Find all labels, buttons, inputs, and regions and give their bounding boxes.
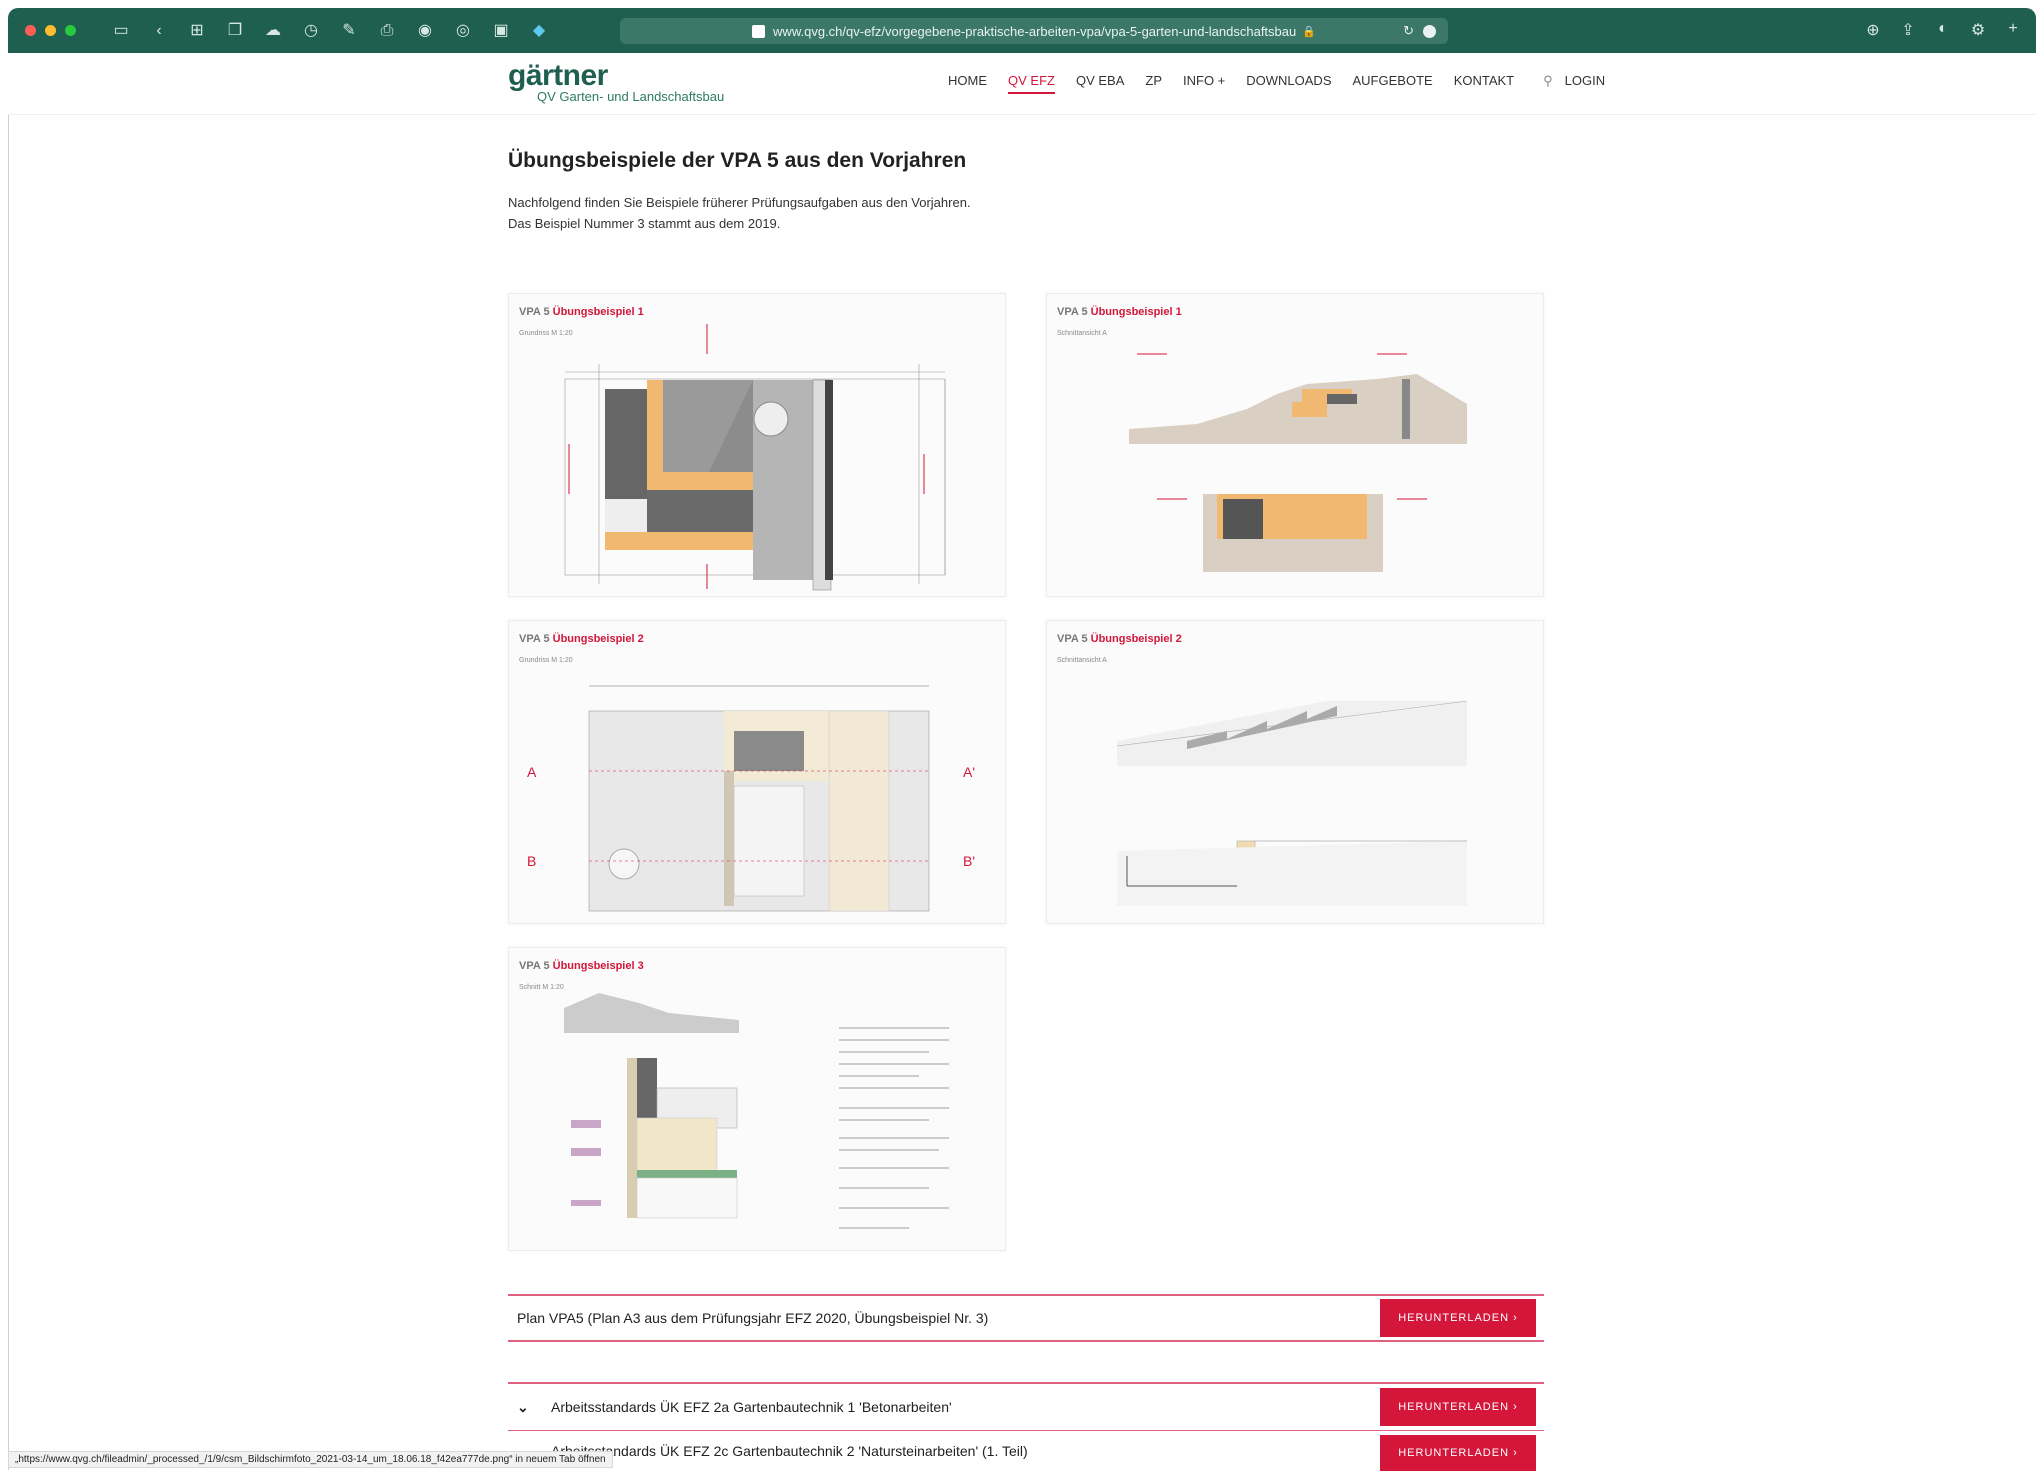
card-3-title: VPA 5 Übungsbeispiel 2 (519, 633, 644, 645)
note-icon[interactable]: ✎ (340, 22, 358, 40)
window-edge (8, 53, 9, 1470)
rss-icon[interactable]: ◉ (416, 22, 434, 40)
eye-icon[interactable]: ◎ (454, 22, 472, 40)
card-2-prefix: VPA 5 (1057, 306, 1088, 318)
right-toolbar-icons: ⊕ ⇪ ◐ ⚙ + (1864, 20, 2022, 40)
site-header: gärtner QV Garten- und Landschaftsbau HO… (8, 53, 2036, 115)
print-icon[interactable]: ⎙ (378, 22, 396, 40)
label-a: A (527, 764, 537, 780)
cloud-icon[interactable]: ☁ (264, 22, 282, 40)
share-icon[interactable]: ⇪ (1899, 20, 1917, 40)
card-1-subtitle: Grundriss M 1:20 (519, 330, 573, 337)
download-button-plan[interactable]: HERUNTERLADEN › (1380, 1299, 1536, 1337)
section-drawing (1129, 353, 1467, 572)
download-row-betonarbeiten[interactable]: ⌄ Arbeitsstandards ÜK EFZ 2a Gartenbautec… (508, 1382, 1544, 1430)
new-tab-icon[interactable]: + (2004, 20, 2022, 40)
label-b: B (527, 853, 536, 869)
maximize-window-button[interactable] (65, 25, 76, 36)
grid-icon[interactable]: ⊞ (188, 22, 206, 40)
search-icon[interactable]: ⚲ (1543, 73, 1553, 94)
intro-line-1: Nachfolgend finden Sie Beispiele frühere… (508, 195, 971, 210)
nav-aufgebote[interactable]: AUFGEBOTE (1353, 73, 1433, 94)
intro-text: Nachfolgend finden Sie Beispiele frühere… (508, 192, 1544, 234)
nav-login[interactable]: LOGIN (1565, 73, 1605, 94)
gear-icon[interactable]: ⚙ (1969, 20, 1987, 40)
tabs-icon[interactable]: ❐ (226, 22, 244, 40)
translate-icon[interactable]: ▣ (492, 22, 510, 40)
stop-icon[interactable] (1423, 24, 1436, 38)
card-5-prefix: VPA 5 (519, 960, 550, 972)
back-icon[interactable]: ‹ (150, 22, 168, 40)
plan-drawing-2: A A' B B' (527, 685, 975, 912)
download-item-betonarbeiten: ⌄ Arbeitsstandards ÜK EFZ 2a Gartenbautec… (508, 1399, 952, 1416)
page-title: Übungsbeispiele der VPA 5 aus den Vorjah… (508, 149, 967, 172)
address-bar[interactable]: www.qvg.ch/qv-efz/vorgegebene-praktische… (620, 18, 1448, 44)
section-drawing-2 (1116, 700, 1468, 906)
example-card-2-plan[interactable]: A A' B B' VPA 5 Übungsbeispiel 2 Grundri… (508, 620, 1006, 924)
privacy-icon[interactable]: ◐ (1934, 20, 1952, 40)
minimize-window-button[interactable] (45, 25, 56, 36)
card-4-title-highlight: Übungsbeispiel 2 (1090, 633, 1182, 645)
example-card-1-section[interactable]: VPA 5 Übungsbeispiel 1 Schnittansicht A (1046, 293, 1544, 597)
plan-drawing (564, 324, 946, 591)
nav-info[interactable]: INFO + (1183, 73, 1225, 94)
example-card-2-section[interactable]: VPA 5 Übungsbeispiel 2 Schnittansicht A (1046, 620, 1544, 924)
sidebar-icon[interactable]: ▭ (112, 22, 130, 40)
history-icon[interactable]: ◷ (302, 22, 320, 40)
card-2-title: VPA 5 Übungsbeispiel 1 (1057, 306, 1182, 318)
download-label-betonarbeiten: Arbeitsstandards ÜK EFZ 2a Gartenbautech… (551, 1398, 952, 1415)
card-2-title-highlight: Übungsbeispiel 1 (1090, 306, 1182, 318)
card-1-title: VPA 5 Übungsbeispiel 1 (519, 306, 644, 318)
url-text: www.qvg.ch/qv-efz/vorgegebene-praktische… (773, 23, 1297, 39)
toolbar-icons: ▭ ‹ ⊞ ❐ ☁ ◷ ✎ ⎙ ◉ ◎ ▣ ◆ (112, 22, 548, 40)
download-button-betonarbeiten[interactable]: HERUNTERLADEN › (1380, 1388, 1536, 1426)
label-b-prime: B' (963, 853, 975, 869)
combined-drawing (564, 993, 949, 1229)
example-card-3[interactable]: VPA 5 Übungsbeispiel 3 Schnitt M 1:20 (508, 947, 1006, 1251)
card-4-title: VPA 5 Übungsbeispiel 2 (1057, 633, 1182, 645)
nav-qv-eba[interactable]: QV EBA (1076, 73, 1124, 94)
download-button-natursteinarbeiten[interactable]: HERUNTERLADEN › (1380, 1434, 1536, 1471)
main-nav: HOME QV EFZ QV EBA ZP INFO + DOWNLOADS A… (948, 73, 1626, 94)
download-icon[interactable]: ⊕ (1864, 20, 1882, 40)
nav-downloads[interactable]: DOWNLOADS (1246, 73, 1331, 94)
reload-icon[interactable]: ↻ (1403, 23, 1414, 39)
main-content: Übungsbeispiele der VPA 5 aus den Vorjah… (508, 148, 1544, 234)
download-label-natursteinarbeiten: Arbeitsstandards ÜK EFZ 2c Gartenbautech… (551, 1442, 1028, 1459)
browser-toolbar: ▭ ‹ ⊞ ❐ ☁ ◷ ✎ ⎙ ◉ ◎ ▣ ◆ www.qvg.ch/qv-ef… (8, 8, 2036, 53)
card-4-prefix: VPA 5 (1057, 633, 1088, 645)
card-4-subtitle: Schnittansicht A (1057, 657, 1107, 664)
nav-qv-efz[interactable]: QV EFZ (1008, 73, 1055, 94)
status-bar-url: „https://www.qvg.ch/fileadmin/_processed… (8, 1451, 613, 1468)
favicon-icon (752, 24, 766, 38)
logo-subtitle: QV Garten- und Landschaftsbau (537, 89, 725, 104)
card-3-subtitle: Grundriss M 1:20 (519, 657, 573, 664)
lock-icon: 🔒 (1302, 25, 1316, 38)
card-5-title-highlight: Übungsbeispiel 3 (552, 960, 644, 972)
close-window-button[interactable] (25, 25, 36, 36)
card-2-subtitle: Schnittansicht A (1057, 330, 1107, 337)
card-5-title: VPA 5 Übungsbeispiel 3 (519, 960, 644, 972)
logo-name: gärtner (508, 59, 608, 92)
card-1-title-highlight: Übungsbeispiel 1 (552, 306, 644, 318)
card-1-prefix: VPA 5 (519, 306, 550, 318)
card-3-title-highlight: Übungsbeispiel 2 (552, 633, 644, 645)
label-a-prime: A' (963, 764, 975, 780)
download-row-natursteinarbeiten[interactable]: Arbeitsstandards ÜK EFZ 2c Gartenbautech… (508, 1430, 1544, 1471)
chevron-down-icon[interactable]: ⌄ (517, 1399, 537, 1416)
download-row-plan: Plan VPA5 (Plan A3 aus dem Prüfungsjahr … (508, 1294, 1544, 1342)
nav-zp[interactable]: ZP (1145, 73, 1162, 94)
nav-home[interactable]: HOME (948, 73, 987, 94)
nav-kontakt[interactable]: KONTAKT (1454, 73, 1514, 94)
card-3-prefix: VPA 5 (519, 633, 550, 645)
download-label-plan: Plan VPA5 (Plan A3 aus dem Prüfungsjahr … (517, 1310, 989, 1326)
card-5-subtitle: Schnitt M 1:20 (519, 984, 564, 991)
site-logo[interactable]: gärtner QV Garten- und Landschaftsbau (508, 59, 725, 105)
window-controls (25, 25, 76, 36)
shield-icon[interactable]: ◆ (530, 22, 548, 40)
example-card-1-plan[interactable]: VPA 5 Übungsbeispiel 1 Grundriss M 1:20 (508, 293, 1006, 597)
intro-line-2: Das Beispiel Nummer 3 stammt aus dem 201… (508, 216, 781, 231)
